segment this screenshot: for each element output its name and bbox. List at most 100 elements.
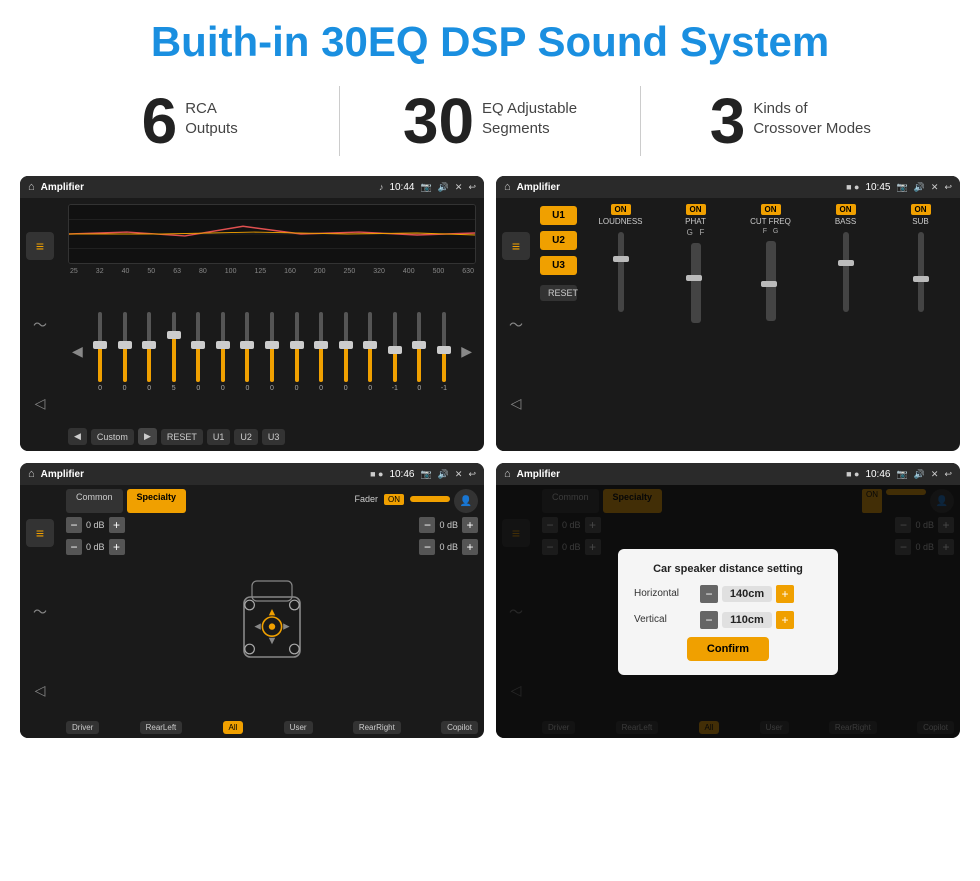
car-diagram bbox=[129, 517, 416, 717]
sidebar-wave-icon-cross[interactable]: 〜 bbox=[502, 311, 530, 339]
screen-speaker: ⌂ Amplifier ■ ● 10:46 📷 🔊 ✕ ↩ ≡ 〜 ◁ Comm… bbox=[20, 463, 484, 738]
back-icon-eq[interactable]: ↩ bbox=[468, 182, 476, 193]
play-btn[interactable]: ▶ bbox=[138, 428, 157, 445]
sidebar-vol-icon-spk[interactable]: ◁ bbox=[26, 677, 54, 705]
close-icon-spk[interactable]: ✕ bbox=[455, 469, 463, 480]
on-phat: ON bbox=[686, 204, 706, 215]
sidebar-speaker-icon[interactable]: ◁ bbox=[26, 390, 54, 418]
back-icon-cross[interactable]: ↩ bbox=[944, 182, 952, 193]
slider-track-4[interactable] bbox=[172, 312, 176, 382]
custom-btn[interactable]: Custom bbox=[91, 429, 134, 445]
slider-track-15[interactable] bbox=[442, 312, 446, 382]
topbar-time-dist: 10:46 bbox=[865, 469, 890, 480]
prev-btn[interactable]: ◀ bbox=[68, 428, 87, 445]
common-tab-spk[interactable]: Common bbox=[66, 489, 123, 513]
slider-track-6[interactable] bbox=[221, 312, 225, 382]
speaker-content: ≡ 〜 ◁ Common Specialty Fader ON 👤 bbox=[20, 485, 484, 738]
screens-grid: ⌂ Amplifier ♪ 10:44 📷 🔊 ✕ ↩ ≡ 〜 ◁ bbox=[0, 170, 980, 748]
crossover-sidebar: ≡ 〜 ◁ bbox=[496, 198, 536, 451]
slider-track-2[interactable] bbox=[123, 312, 127, 382]
slider-track-13[interactable] bbox=[393, 312, 397, 382]
fader-slider[interactable] bbox=[410, 496, 450, 502]
user-btn[interactable]: User bbox=[284, 721, 313, 734]
vol-minus-r2[interactable]: − bbox=[419, 539, 435, 555]
slider-track-11[interactable] bbox=[344, 312, 348, 382]
copilot-btn[interactable]: Copilot bbox=[441, 721, 478, 734]
back-icon-spk[interactable]: ↩ bbox=[468, 469, 476, 480]
slider-track-1[interactable] bbox=[98, 312, 102, 382]
vertical-row: Vertical − 110cm + bbox=[634, 611, 822, 629]
specialty-tab-spk[interactable]: Specialty bbox=[127, 489, 187, 513]
screen-distance: ⌂ Amplifier ■ ● 10:46 📷 🔊 ✕ ↩ ≡ 〜 ◁ Comm… bbox=[496, 463, 960, 738]
slider-track-5[interactable] bbox=[196, 312, 200, 382]
home-icon-dist[interactable]: ⌂ bbox=[504, 468, 511, 480]
u3-tab[interactable]: U3 bbox=[540, 256, 577, 275]
sidebar-eq-icon-cross[interactable]: ≡ bbox=[502, 232, 530, 260]
slider-phat[interactable] bbox=[691, 243, 701, 323]
ctrl-sub: ON SUB bbox=[885, 204, 956, 445]
sidebar-speaker-icon-cross[interactable]: ◁ bbox=[502, 390, 530, 418]
screen-eq: ⌂ Amplifier ♪ 10:44 📷 🔊 ✕ ↩ ≡ 〜 ◁ bbox=[20, 176, 484, 451]
home-icon-eq[interactable]: ⌂ bbox=[28, 181, 35, 193]
slider-sub[interactable] bbox=[918, 232, 924, 312]
profile-icon-spk[interactable]: 👤 bbox=[454, 489, 478, 513]
slider-loudness[interactable] bbox=[618, 232, 624, 312]
sidebar-eq-icon-spk[interactable]: ≡ bbox=[26, 519, 54, 547]
slider-track-12[interactable] bbox=[368, 312, 372, 382]
slider-track-14[interactable] bbox=[417, 312, 421, 382]
slider-cutfreq[interactable] bbox=[766, 241, 776, 321]
sidebar-wave-icon-spk[interactable]: 〜 bbox=[26, 598, 54, 626]
u3-btn[interactable]: U3 bbox=[262, 429, 286, 445]
reset-btn-cross[interactable]: RESET bbox=[540, 285, 577, 301]
topbar-time-spk: 10:46 bbox=[389, 469, 414, 480]
close-icon-cross[interactable]: ✕ bbox=[931, 182, 939, 193]
close-icon-dist[interactable]: ✕ bbox=[931, 469, 939, 480]
on-bass: ON bbox=[836, 204, 856, 215]
vol-minus-1[interactable]: − bbox=[66, 517, 82, 533]
stat-number-rca: 6 bbox=[142, 89, 178, 153]
eq-graph bbox=[68, 204, 476, 264]
slider-bass[interactable] bbox=[843, 232, 849, 312]
horizontal-minus-btn[interactable]: − bbox=[700, 585, 718, 603]
reset-btn-eq[interactable]: RESET bbox=[161, 429, 203, 445]
sidebar-eq-icon[interactable]: ≡ bbox=[26, 232, 54, 260]
stat-divider-1 bbox=[339, 86, 340, 156]
u2-tab[interactable]: U2 bbox=[540, 231, 577, 250]
home-icon-spk[interactable]: ⌂ bbox=[28, 468, 35, 480]
rearleft-btn[interactable]: RearLeft bbox=[140, 721, 183, 734]
horizontal-label: Horizontal bbox=[634, 588, 694, 599]
vol-minus-r1[interactable]: − bbox=[419, 517, 435, 533]
confirm-button[interactable]: Confirm bbox=[687, 637, 769, 661]
slider-track-9[interactable] bbox=[295, 312, 299, 382]
slider-track-3[interactable] bbox=[147, 312, 151, 382]
vol-plus-2[interactable]: + bbox=[109, 539, 125, 555]
vol-icon-spk: 🔊 bbox=[438, 469, 449, 480]
vol-plus-r1[interactable]: + bbox=[462, 517, 478, 533]
vertical-minus-btn[interactable]: − bbox=[700, 611, 718, 629]
slider-track-7[interactable] bbox=[245, 312, 249, 382]
all-btn[interactable]: All bbox=[223, 721, 244, 734]
eq-main: 2532405063 80100125160200 25032040050063… bbox=[60, 198, 484, 451]
horizontal-plus-btn[interactable]: + bbox=[776, 585, 794, 603]
sidebar-wave-icon[interactable]: 〜 bbox=[26, 311, 54, 339]
stat-text-crossover: Kinds ofCrossover Modes bbox=[753, 89, 871, 138]
u1-btn[interactable]: U1 bbox=[207, 429, 231, 445]
rearright-btn[interactable]: RearRight bbox=[353, 721, 401, 734]
vol-plus-1[interactable]: + bbox=[109, 517, 125, 533]
close-icon-eq[interactable]: ✕ bbox=[455, 182, 463, 193]
speaker-sidebar: ≡ 〜 ◁ bbox=[20, 485, 60, 738]
driver-btn[interactable]: Driver bbox=[66, 721, 99, 734]
u1-tab[interactable]: U1 bbox=[540, 206, 577, 225]
eq-sliders: ◀ 0 0 0 5 0 0 0 0 0 bbox=[68, 279, 476, 424]
vol-minus-2[interactable]: − bbox=[66, 539, 82, 555]
slider-val-1: 0 bbox=[98, 385, 102, 392]
slider-track-10[interactable] bbox=[319, 312, 323, 382]
slider-track-8[interactable] bbox=[270, 312, 274, 382]
right-arrow-icon[interactable]: ▶ bbox=[457, 343, 476, 360]
u2-btn[interactable]: U2 bbox=[234, 429, 258, 445]
vertical-plus-btn[interactable]: + bbox=[776, 611, 794, 629]
back-icon-dist[interactable]: ↩ bbox=[944, 469, 952, 480]
left-arrow-icon[interactable]: ◀ bbox=[68, 343, 87, 360]
home-icon-cross[interactable]: ⌂ bbox=[504, 181, 511, 193]
vol-plus-r2[interactable]: + bbox=[462, 539, 478, 555]
